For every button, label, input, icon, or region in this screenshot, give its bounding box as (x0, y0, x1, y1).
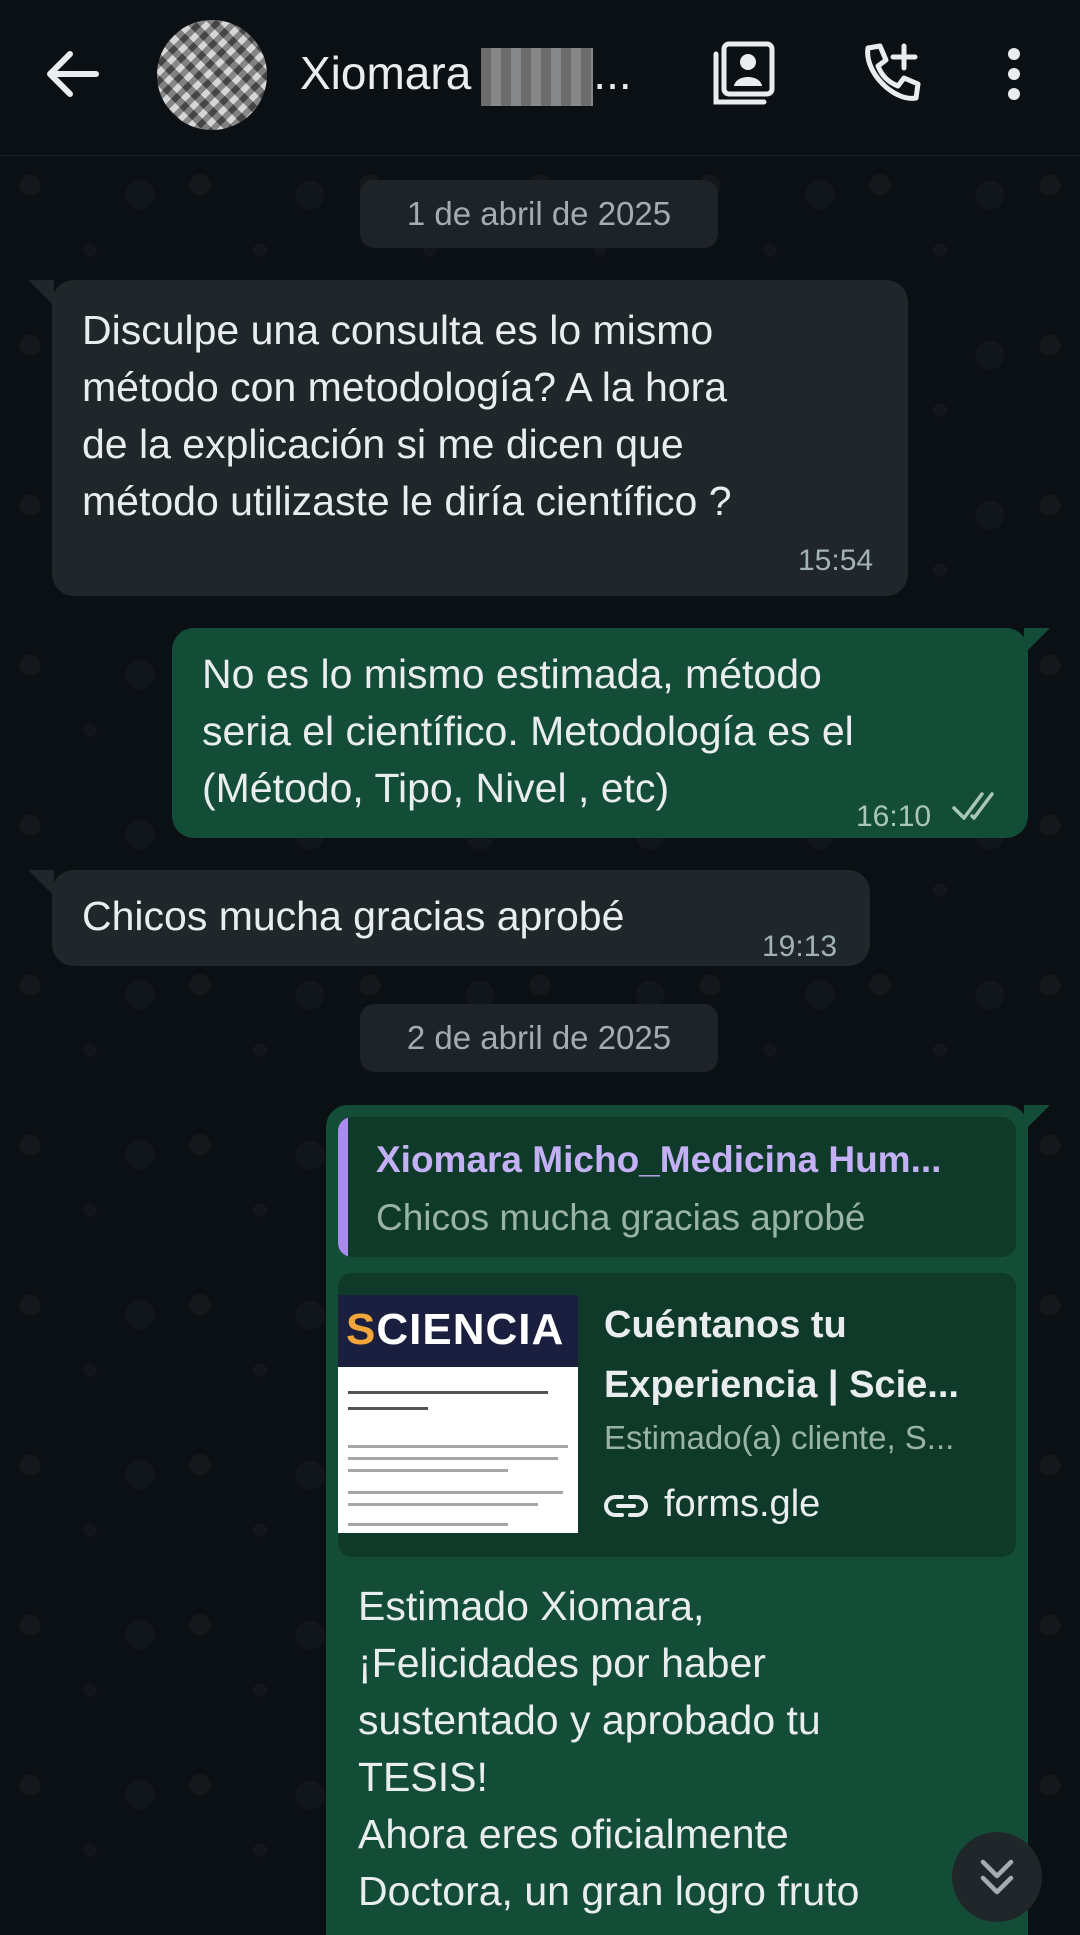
contact-name[interactable]: Xiomara... (300, 46, 632, 106)
thumbnail-line (348, 1491, 563, 1494)
title-line: Cuéntanos tu (604, 1304, 847, 1346)
chat-header: Xiomara... (0, 0, 1080, 156)
quote-text: Chicos mucha gracias aprobé (376, 1197, 866, 1238)
message-text: Chicos mucha gracias aprobé (82, 893, 625, 939)
incoming-message[interactable]: Disculpe una consulta es lo mismo método… (52, 280, 908, 596)
date-separator: 1 de abril de 2025 (360, 180, 718, 248)
message-line: Doctora, un gran logro fruto (358, 1868, 860, 1914)
link-preview-url[interactable]: forms.gle (604, 1483, 820, 1526)
link-preview-title: Cuéntanos tu Experiencia | Scie... (604, 1295, 1004, 1415)
back-button[interactable] (38, 44, 108, 104)
title-line: Experiencia | Scie... (604, 1364, 959, 1406)
bubble-tail (28, 870, 54, 896)
message-time: 15:54 (798, 544, 874, 577)
message-time: 16:10 (856, 800, 932, 833)
message-text: Disculpe una consulta es lo mismo método… (82, 302, 902, 530)
message-time: 19:13 (762, 930, 838, 963)
thumbnail-line (348, 1523, 508, 1526)
double-check-icon (952, 792, 994, 820)
bubble-tail (28, 280, 54, 306)
thumbnail-line (348, 1469, 508, 1472)
message-line: TESIS! (358, 1754, 488, 1800)
message-line: ¡Felicidades por haber (358, 1640, 766, 1686)
quoted-message[interactable]: Xiomara Micho_Medicina Hum... Chicos muc… (338, 1117, 1016, 1257)
message-line: método con metodología? A la hora (82, 364, 728, 410)
link-text: forms.gle (664, 1483, 821, 1525)
contact-first-name: Xiomara (300, 47, 472, 99)
message-line: seria el científico. Metodología es el (202, 708, 854, 754)
arrow-left-icon (47, 51, 99, 97)
message-line: sustentado y aprobado tu (358, 1697, 821, 1743)
phone-plus-icon (865, 43, 921, 101)
date-separator: 2 de abril de 2025 (360, 1004, 718, 1072)
thumbnail-logo: SCIENCIA (346, 1305, 565, 1354)
message-line: método utilizaste le diría científico ? (82, 478, 732, 524)
blurred-surname (481, 47, 594, 106)
more-vertical-icon (1008, 48, 1020, 100)
message-line: de la explicación si me dicen que (82, 421, 684, 467)
thumbnail-line (348, 1445, 568, 1448)
quote-accent-bar (338, 1117, 348, 1257)
message-line: No es lo mismo estimada, método (202, 651, 822, 697)
incoming-message[interactable]: Chicos mucha gracias aprobé 19:13 (52, 870, 870, 966)
contact-avatar[interactable] (157, 20, 267, 130)
thumbnail-line (348, 1391, 548, 1394)
message-line: Estimado Xiomara, (358, 1583, 705, 1629)
add-call-button[interactable] (858, 40, 922, 113)
link-preview[interactable]: SCIENCIA Cuéntanos tu Experiencia | Scie… (338, 1273, 1016, 1557)
message-line: Disculpe una consulta es lo mismo (82, 307, 714, 353)
contact-card-icon (713, 41, 775, 105)
thumbnail-line (348, 1407, 428, 1410)
link-preview-thumbnail: SCIENCIA (338, 1295, 578, 1533)
outgoing-message[interactable]: No es lo mismo estimada, método seria el… (172, 628, 1028, 838)
more-options-button[interactable] (996, 40, 1032, 113)
link-icon (604, 1494, 648, 1517)
message-text: Estimado Xiomara, ¡Felicidades por haber… (358, 1578, 1018, 1920)
thumbnail-line (348, 1503, 538, 1506)
bubble-tail (1024, 628, 1050, 654)
double-chevron-down-icon (980, 1859, 1014, 1895)
thumbnail-line (348, 1457, 558, 1460)
scroll-to-bottom-button[interactable] (952, 1832, 1042, 1922)
quote-author: Xiomara Micho_Medicina Hum... (376, 1139, 942, 1180)
thumbnail-banner: SCIENCIA (338, 1295, 578, 1367)
bubble-tail (1024, 1105, 1050, 1131)
contact-card-button[interactable] (712, 40, 778, 113)
link-preview-description: Estimado(a) cliente, S... (604, 1419, 955, 1456)
name-ellipsis: ... (593, 47, 632, 99)
message-line: Ahora eres oficialmente (358, 1811, 789, 1857)
